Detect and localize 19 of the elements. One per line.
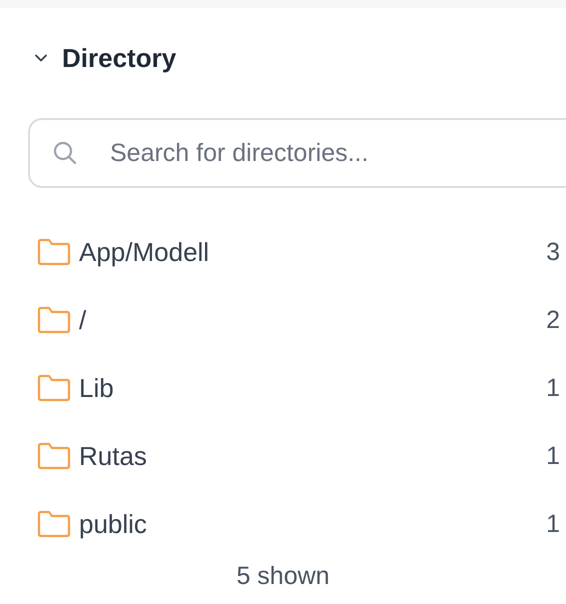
file-count: 1 [546,374,560,402]
directory-name[interactable]: App/Modell [79,236,546,268]
folder-icon [37,306,71,334]
folder-icon [37,238,71,266]
search-icon [52,140,78,166]
section-title: Directory [62,42,176,74]
shown-count: 5 shown [236,562,330,590]
directory-name[interactable]: / [79,304,546,336]
directory-name[interactable]: public [79,508,546,540]
file-count: 1 [546,510,560,538]
file-count: 2 [546,306,560,334]
file-count: 1 [546,442,560,470]
directory-name[interactable]: Rutas [79,440,546,472]
folder-icon [37,510,71,538]
file-count: 3 [546,238,560,266]
folder-icon [37,374,71,402]
folder-icon [37,442,71,470]
search-field[interactable]: Search for directories... [28,118,566,188]
directory-name[interactable]: Lib [79,372,546,404]
